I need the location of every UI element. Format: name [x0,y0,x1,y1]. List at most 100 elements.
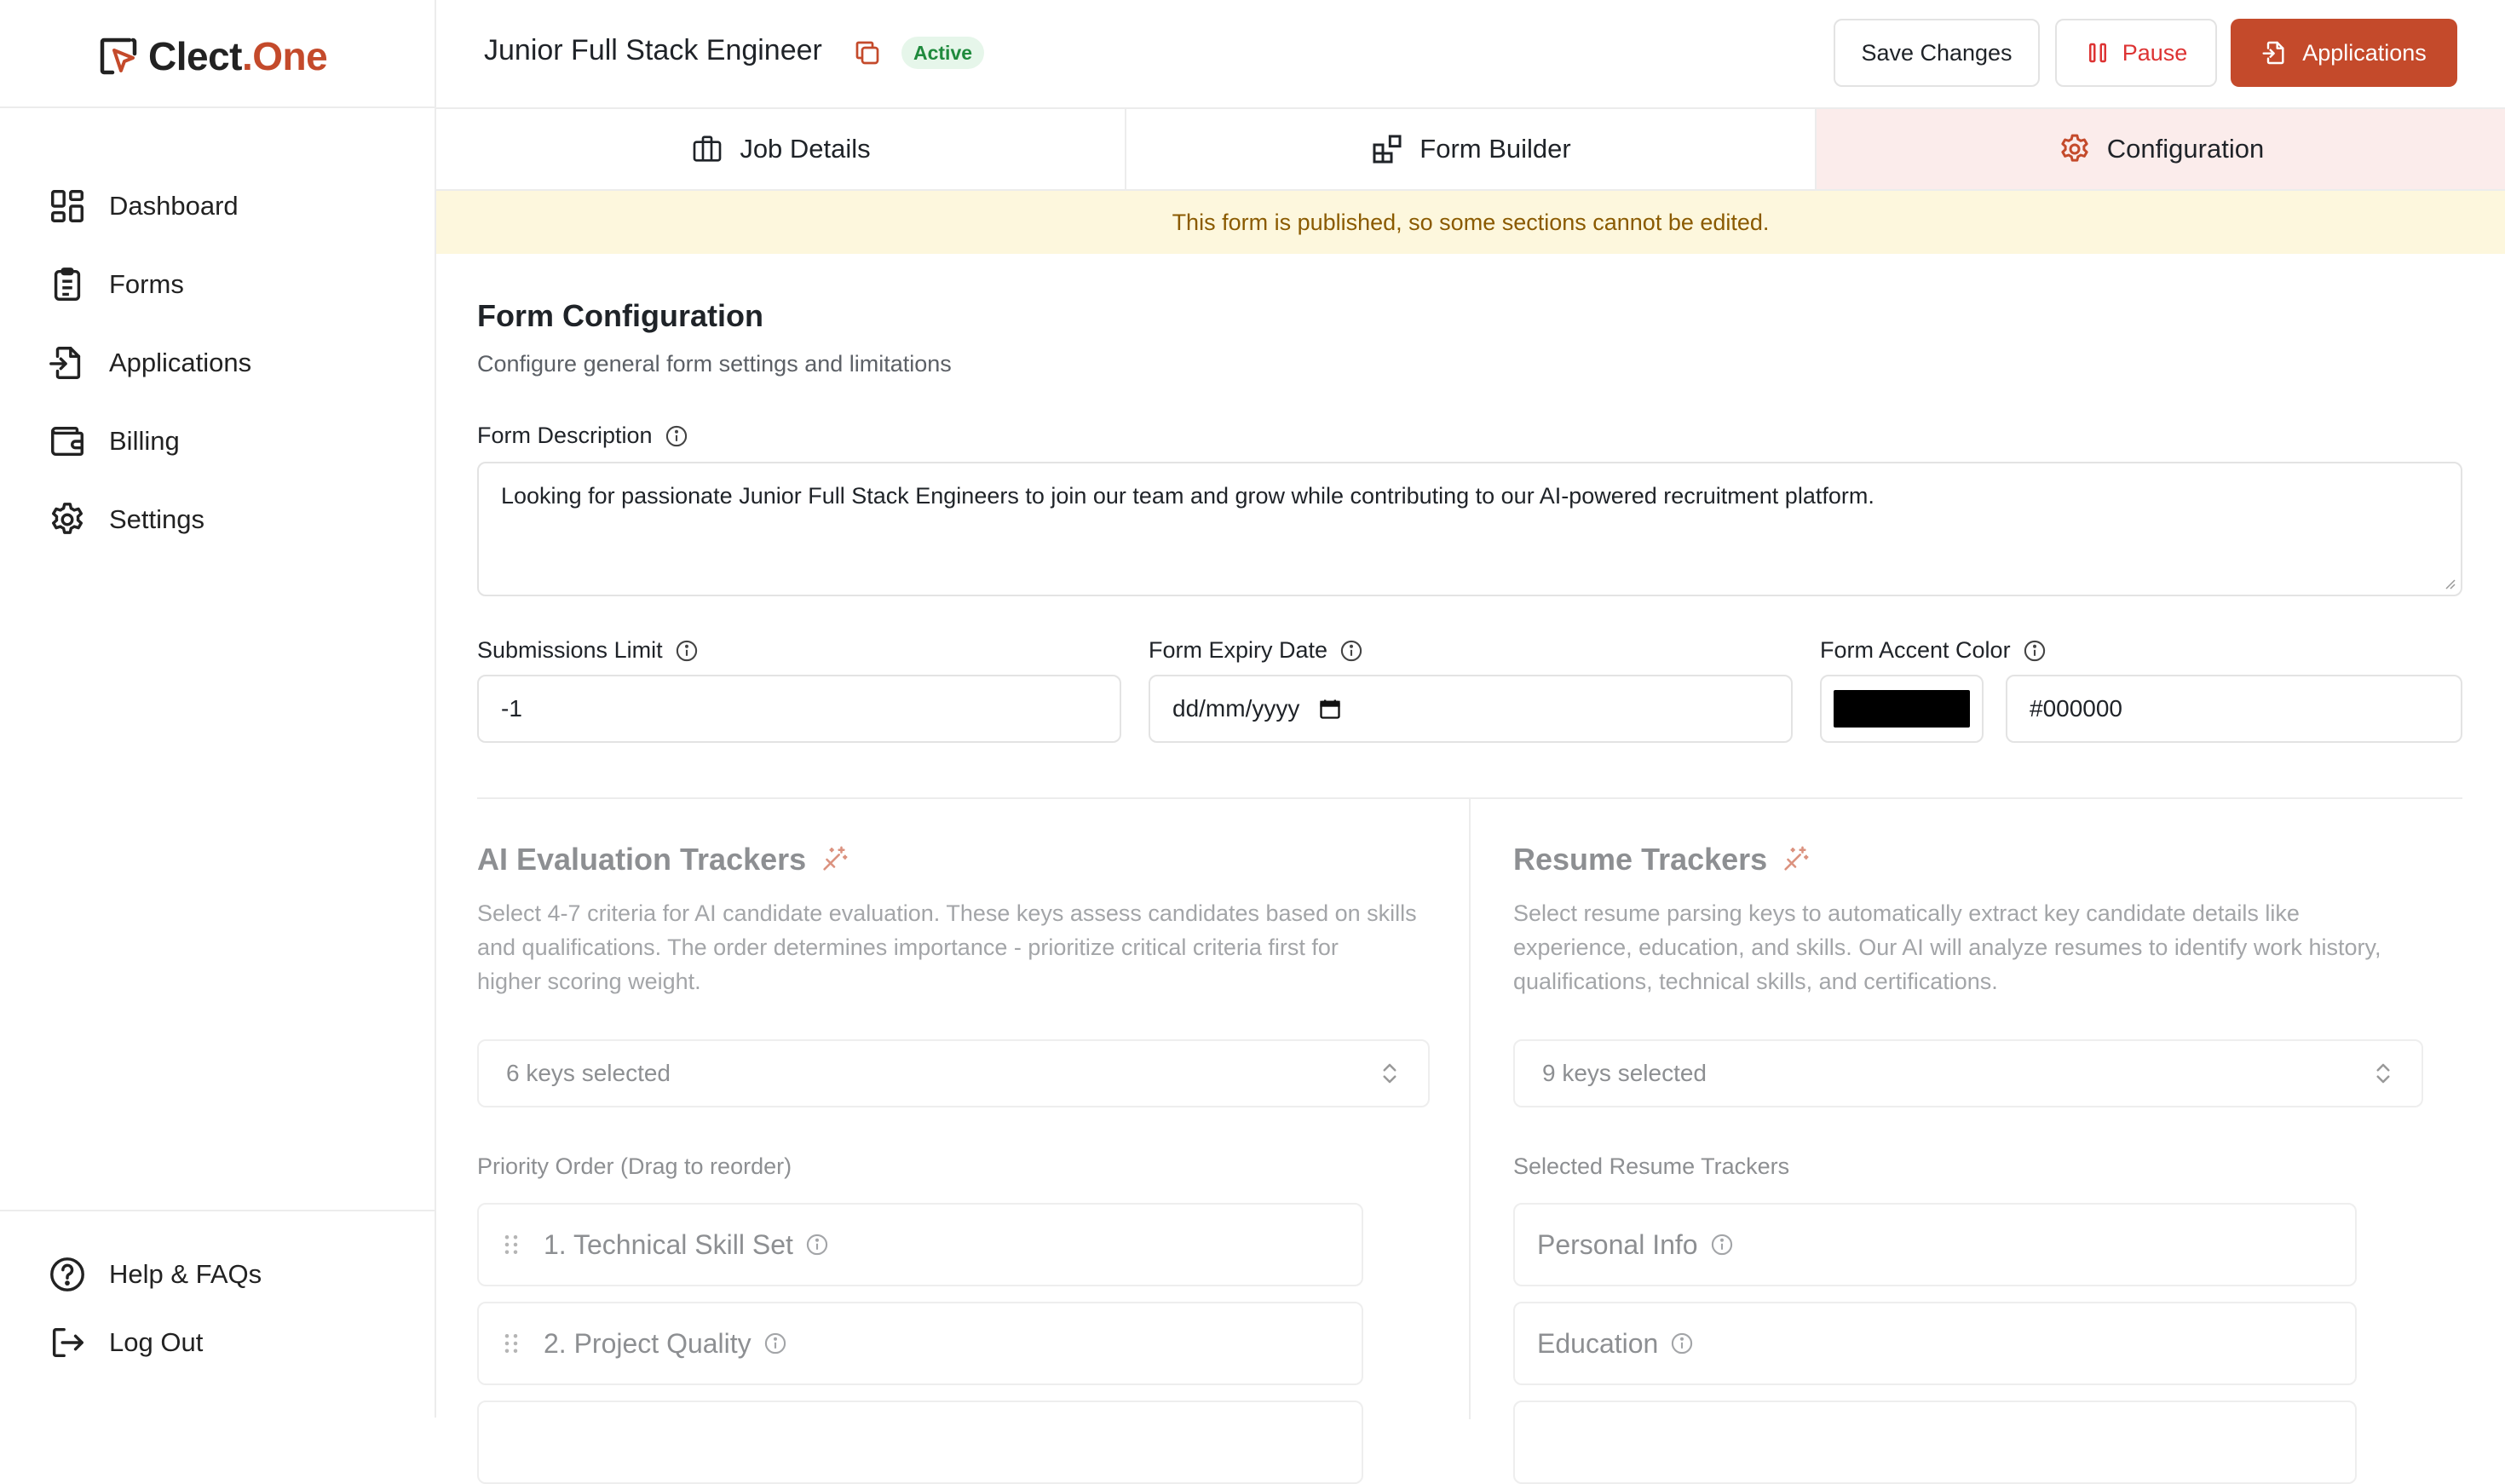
sidebar-item-label: Forms [109,269,184,299]
tab-job-details[interactable]: Job Details [436,109,1126,189]
gear-icon [2061,134,2088,162]
pause-label: Pause [2122,39,2188,66]
ai-tracker-item[interactable] [477,1401,1363,1484]
description-line: Select resume parsing keys to automatica… [1513,900,2300,926]
section-subtitle: Configure general form settings and limi… [477,351,952,377]
drag-handle-icon[interactable] [501,1232,521,1257]
gear-icon [51,503,84,534]
description-line: Select 4-7 criteria for AI candidate eva… [477,900,1417,926]
form-description-textarea[interactable]: Looking for passionate Junior Full Stack… [477,462,2462,596]
resize-handle-icon[interactable] [2442,576,2456,590]
sidebar-item-help[interactable]: Help & FAQs [48,1240,262,1309]
applications-button[interactable]: Applications [2231,19,2457,87]
ai-tracker-item[interactable]: 1. Technical Skill Set [477,1203,1363,1286]
info-icon[interactable] [1670,1332,1694,1355]
file-import-icon [2262,41,2284,65]
sidebar-item-billing[interactable]: Billing [48,402,251,480]
calendar-icon[interactable] [1318,697,1342,721]
info-icon[interactable] [665,424,688,448]
resume-tracker-item[interactable]: Education [1513,1302,2357,1385]
drag-handle-icon[interactable] [501,1331,521,1356]
clipboard-icon [54,267,81,301]
tab-label: Job Details [740,134,871,164]
accent-color-hex-input[interactable]: #000000 [2006,675,2462,743]
tab-label: Configuration [2106,134,2265,164]
sidebar-item-dashboard[interactable]: Dashboard [48,167,251,245]
tab-label: Form Builder [1420,134,1571,164]
dashboard-icon [51,190,84,222]
submissions-limit-value: -1 [501,695,522,722]
chevron-up-down-icon [2376,1063,2390,1084]
pause-icon [2088,43,2106,63]
info-icon[interactable] [763,1332,787,1355]
description-line: experience, education, and skills. Our A… [1513,935,2381,960]
info-icon[interactable] [2023,639,2047,663]
sidebar-item-logout[interactable]: Log Out [48,1309,262,1377]
info-icon[interactable] [675,639,699,663]
resume-trackers-title: Resume Trackers [1513,842,1810,877]
form-description-value: Looking for passionate Junior Full Stack… [501,483,1874,509]
logo-cursor-icon [100,37,137,75]
sidebar-item-forms[interactable]: Forms [48,245,251,324]
form-expiry-date-label: Form Expiry Date [1149,637,1363,664]
published-notice: This form is published, so some sections… [436,191,2505,254]
sidebar-item-label: Log Out [109,1327,204,1357]
ai-trackers-select[interactable]: 6 keys selected [477,1039,1430,1107]
save-changes-label: Save Changes [1861,39,2013,66]
info-icon[interactable] [1339,639,1363,663]
applications-label: Applications [2302,39,2427,66]
ai-trackers-title-text: AI Evaluation Trackers [477,842,807,877]
resume-trackers-select[interactable]: 9 keys selected [1513,1039,2423,1107]
magic-wand-icon [823,846,848,871]
sidebar-item-label: Billing [109,426,180,456]
priority-order-label: Priority Order (Drag to reorder) [477,1153,792,1179]
sidebar-item-applications[interactable]: Applications [48,324,251,402]
divider [0,106,435,108]
info-icon[interactable] [1710,1233,1734,1257]
sidebar-item-settings[interactable]: Settings [48,480,251,559]
section-title: Form Configuration [477,298,763,333]
resume-trackers-description: Select resume parsing keys to automatica… [1513,896,2462,998]
accent-color-picker[interactable] [1820,675,1984,743]
submissions-limit-input[interactable]: -1 [477,675,1121,743]
tab-form-builder[interactable]: Form Builder [1126,109,1817,189]
resume-tracker-item-label: Education [1537,1327,1659,1359]
column-divider [1469,797,1471,1419]
sidebar: Clect.One Dashboard Forms Applications B… [0,0,436,1418]
field-label-text: Submissions Limit [477,637,663,663]
expiry-date-placeholder: dd/mm/yyyy [1172,695,1300,722]
wallet-icon [51,426,84,457]
magic-wand-icon [1784,846,1809,871]
file-import-icon [49,347,81,379]
field-label-text: Form Expiry Date [1149,637,1328,663]
top-header: Junior Full Stack Engineer Active Save C… [436,0,2505,109]
ai-tracker-item-label: 2. Project Quality [544,1327,752,1359]
pause-button[interactable]: Pause [2055,19,2217,87]
form-expiry-date-input[interactable]: dd/mm/yyyy [1149,675,1793,743]
description-line: qualifications, technical skills, and ce… [1513,969,1998,994]
tab-configuration[interactable]: Configuration [1817,109,2505,189]
submissions-limit-label: Submissions Limit [477,637,699,664]
resume-tracker-item[interactable] [1513,1401,2357,1484]
briefcase-icon [693,135,722,162]
resume-trackers-selected-count: 9 keys selected [1542,1060,1707,1086]
divider [0,1210,435,1211]
info-icon[interactable] [805,1233,829,1257]
resume-trackers-title-text: Resume Trackers [1513,842,1768,877]
save-changes-button[interactable]: Save Changes [1834,19,2040,87]
ai-tracker-item-label: 1. Technical Skill Set [544,1228,793,1260]
field-label-text: Form Description [477,423,653,448]
widgets-icon [1373,135,1402,164]
ai-trackers-selected-count: 6 keys selected [506,1060,671,1086]
brand-logo[interactable]: Clect.One [97,29,328,83]
status-badge: Active [901,37,985,69]
accent-color-hex-value: #000000 [2030,695,2123,722]
sidebar-item-label: Dashboard [109,191,239,221]
tab-bar: Job Details Form Builder Configuration [436,109,2505,191]
resume-tracker-item[interactable]: Personal Info [1513,1203,2357,1286]
description-line: and qualifications. The order determines… [477,935,1339,960]
ai-tracker-item[interactable]: 2. Project Quality [477,1302,1363,1385]
resume-tracker-item-label: Personal Info [1537,1228,1698,1260]
copy-icon[interactable] [852,37,883,68]
sidebar-bottom-nav: Help & FAQs Log Out [48,1240,262,1377]
